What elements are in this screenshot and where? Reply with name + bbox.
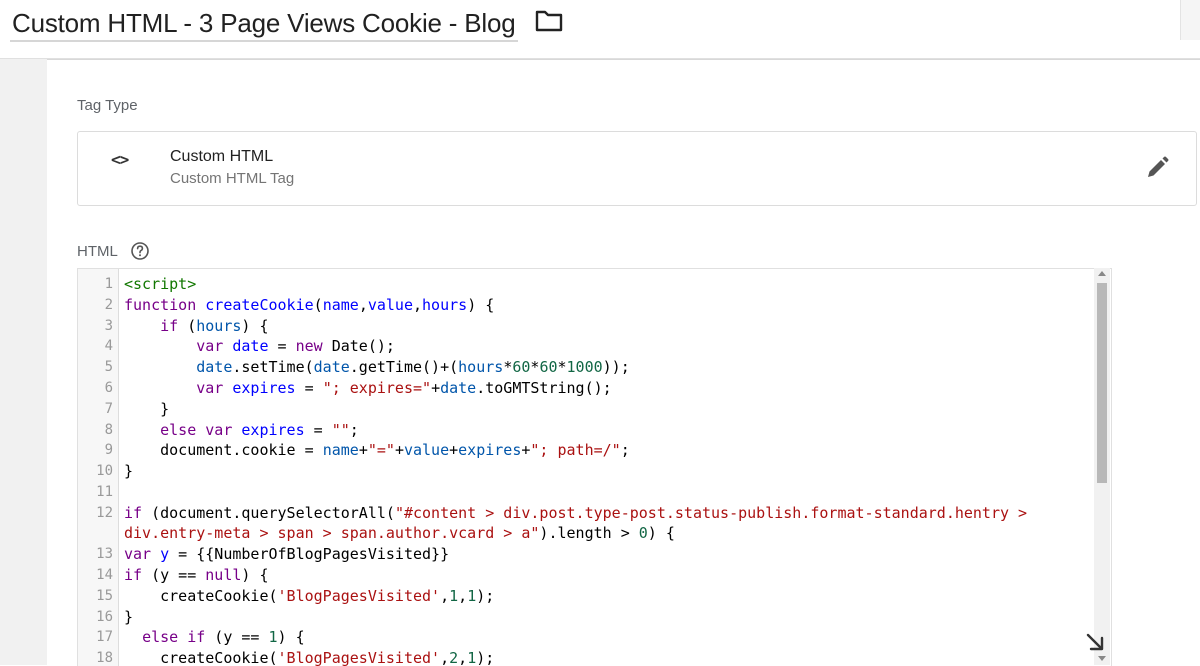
pencil-icon[interactable] [1144,155,1170,181]
line-number: 4 [104,338,113,354]
line-number: 6 [104,380,113,396]
header-right-panel [1180,0,1200,40]
line-number: 13 [96,546,113,562]
line-number: 1 [104,276,113,292]
tag-type-name: Custom HTML [170,148,274,165]
code-line: else var expires = ""; [160,421,359,439]
line-number: 11 [96,484,113,500]
left-gutter [0,59,47,665]
code-scrollbar[interactable] [1094,268,1110,665]
code-line: <script> [124,275,197,293]
line-number: 9 [104,442,113,458]
code-line: createCookie('BlogPagesVisited',1,1); [124,587,495,605]
tag-type-heading: Tag Type [77,97,138,114]
code-line: } [124,400,170,418]
tag-type-subtitle: Custom HTML Tag [170,170,295,187]
code-line: if (hours) { [160,317,269,335]
expand-arrow-icon[interactable] [1084,631,1106,653]
tag-type-card[interactable] [77,131,1197,206]
code-line: div.entry-meta > span > span.author.vcar… [124,524,675,542]
line-number: 12 [96,505,113,521]
scroll-thumb[interactable] [1097,283,1107,483]
line-number: 16 [96,609,113,625]
scroll-up-arrow-icon[interactable] [1098,271,1106,276]
line-number: 8 [104,422,113,438]
line-number: 7 [104,401,113,417]
code-brackets-icon: <> [111,150,129,169]
code-editor[interactable]: 1 2 3 4 5 6 7 8 9 10 11 12 13 14 15 16 1… [77,268,1112,666]
line-number: 5 [104,359,113,375]
tag-title[interactable]: Custom HTML - 3 Page Views Cookie - Blog [12,8,516,39]
line-number-gutter: 1 2 3 4 5 6 7 8 9 10 11 12 13 14 15 16 1… [78,269,119,666]
code-line: } [124,462,134,480]
line-number: 15 [96,588,113,604]
line-number: 2 [104,297,113,313]
code-line: else if (y == 1) { [142,628,305,646]
code-line: } [124,608,134,626]
line-number: 18 [96,650,113,666]
html-heading: HTML [77,243,118,260]
scroll-down-arrow-icon[interactable] [1098,656,1106,661]
help-circle-icon[interactable] [130,241,150,261]
code-line: if (document.querySelectorAll("#content … [124,504,1028,522]
line-number: 10 [96,463,113,479]
code-line: document.cookie = name+"="+value+expires… [124,441,630,459]
line-number: 14 [96,567,113,583]
code-line: createCookie('BlogPagesVisited',2,1); [124,649,495,666]
code-line: var date = new Date(); [196,337,395,355]
line-number: 3 [104,318,113,334]
code-line: function createCookie(name,value,hours) … [124,296,495,314]
tag-title-field[interactable]: Custom HTML - 3 Page Views Cookie - Blog [10,4,518,42]
code-line: date.setTime(date.getTime()+(hours*60*60… [196,358,630,376]
line-number: 17 [96,629,113,645]
code-line: var expires = "; expires="+date.toGMTStr… [196,379,612,397]
code-line: if (y == null) { [124,566,269,584]
tag-header: Custom HTML - 3 Page Views Cookie - Blog [0,0,1200,59]
folder-icon[interactable] [534,8,564,34]
code-line: var y = {{NumberOfBlogPagesVisited}} [124,545,450,563]
